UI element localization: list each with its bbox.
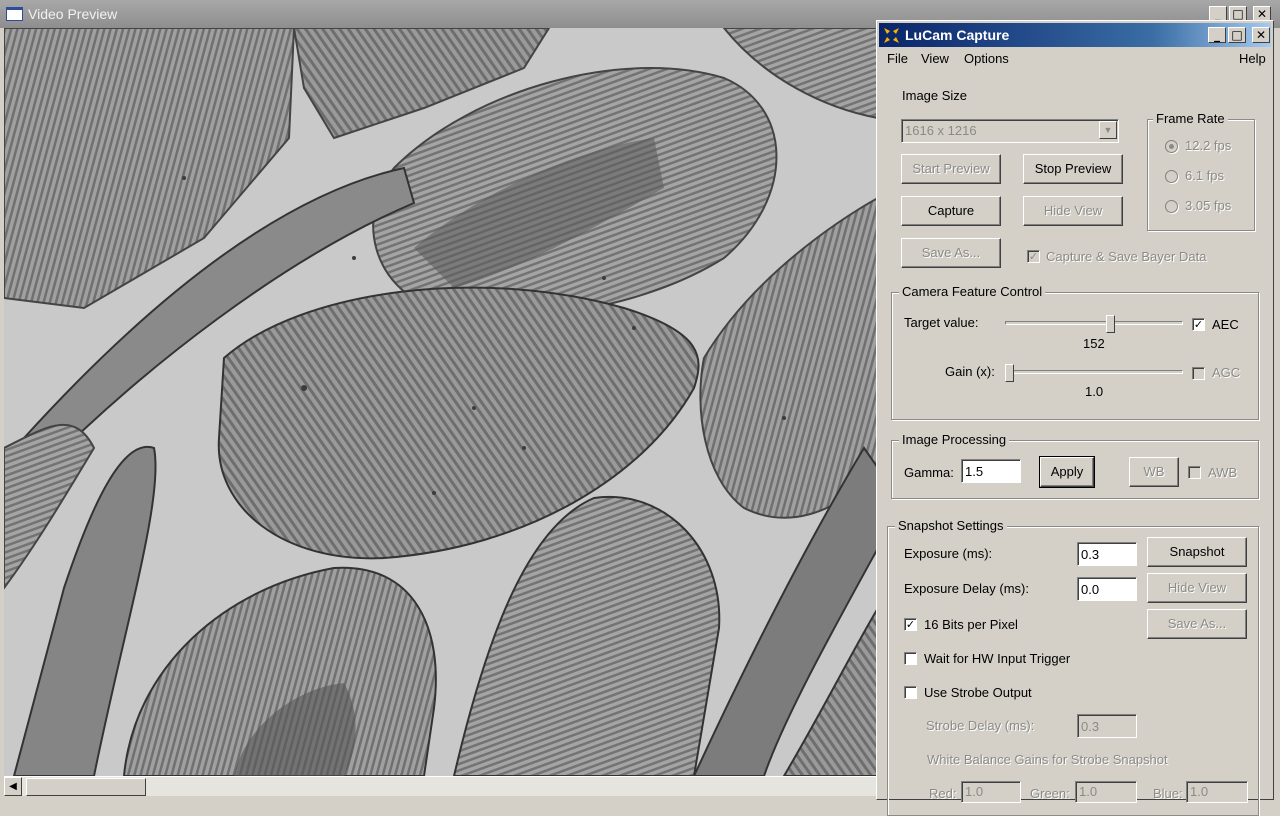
lucam-maximize-button[interactable]: □ <box>1228 27 1246 43</box>
target-value-slider-track[interactable] <box>1005 321 1183 325</box>
fps-radio-6[interactable] <box>1165 170 1178 183</box>
exposure-delay-input[interactable]: 0.0 <box>1077 577 1137 601</box>
image-size-value: 1616 x 1216 <box>905 123 977 138</box>
green-gain-label: Green: <box>1030 786 1070 801</box>
strobe-delay-input[interactable]: 0.3 <box>1077 714 1137 738</box>
awb-checkbox[interactable] <box>1188 466 1201 479</box>
image-size-label: Image Size <box>902 88 968 103</box>
awb-label: AWB <box>1208 465 1238 480</box>
bayer-data-label: Capture & Save Bayer Data <box>1046 249 1207 264</box>
capture-button[interactable]: Capture <box>901 196 1001 226</box>
image-size-select[interactable]: 1616 x 1216 ▼ <box>901 119 1119 143</box>
microscope-video-image <box>4 28 878 776</box>
fps-radio-3[interactable] <box>1165 200 1178 213</box>
snapshot-settings-group <box>887 526 1259 816</box>
frame-rate-title: Frame Rate <box>1153 111 1228 126</box>
bits-per-pixel-label: 16 Bits per Pixel <box>924 617 1018 632</box>
menu-file[interactable]: File <box>887 51 908 66</box>
red-gain-label: Red: <box>929 786 957 801</box>
image-processing-title: Image Processing <box>899 432 1010 447</box>
gain-label: Gain (x): <box>945 364 995 379</box>
camera-feature-title: Camera Feature Control <box>899 284 1046 299</box>
target-value-label: Target value: <box>904 315 979 330</box>
exposure-delay-label: Exposure Delay (ms): <box>904 581 1029 596</box>
gamma-label: Gamma: <box>904 465 954 480</box>
lucam-logo-icon <box>884 28 899 43</box>
wb-button[interactable]: WB <box>1129 457 1179 487</box>
start-preview-button[interactable]: Start Preview <box>901 154 1001 184</box>
blue-gain-label: Blue: <box>1153 786 1183 801</box>
snapshot-hide-view-button[interactable]: Hide View <box>1147 573 1247 603</box>
microscope-cells-illustration <box>4 28 878 776</box>
bits-per-pixel-checkbox[interactable]: ✓ <box>904 618 917 631</box>
strobe-delay-label: Strobe Delay (ms): <box>926 718 1035 733</box>
horizontal-scrollbar[interactable]: ◀ <box>4 776 878 796</box>
exposure-input[interactable]: 0.3 <box>1077 542 1137 566</box>
logo-petal <box>884 28 890 34</box>
aec-checkbox[interactable]: ✓ <box>1192 318 1205 331</box>
scroll-left-arrow-icon[interactable]: ◀ <box>4 777 22 796</box>
gain-readout: 1.0 <box>1085 384 1104 399</box>
preview-window-title: Video Preview <box>28 6 118 22</box>
agc-label: AGC <box>1212 365 1241 380</box>
aec-label: AEC <box>1212 317 1239 332</box>
gamma-input[interactable]: 1.5 <box>961 459 1021 483</box>
lucam-title-bar[interactable]: LuCam Capture _ □ ✕ <box>879 23 1271 47</box>
hide-view-button[interactable]: Hide View <box>1023 196 1123 226</box>
snapshot-save-as-button[interactable]: Save As... <box>1147 609 1247 639</box>
exposure-label: Exposure (ms): <box>904 546 993 561</box>
wb-gains-label: White Balance Gains for Strobe Snapshot <box>927 752 1168 767</box>
lucam-capture-window: LuCam Capture _ □ ✕ File View Options He… <box>876 20 1274 816</box>
gain-slider-thumb[interactable] <box>1005 364 1014 382</box>
agc-checkbox[interactable] <box>1192 367 1205 380</box>
hw-trigger-label: Wait for HW Input Trigger <box>924 651 1071 666</box>
fps-label-3: 3.05 fps <box>1185 198 1232 213</box>
target-value-readout: 152 <box>1083 336 1105 351</box>
strobe-output-label: Use Strobe Output <box>924 685 1032 700</box>
target-value-slider-thumb[interactable] <box>1106 315 1115 333</box>
menu-view[interactable]: View <box>921 51 949 66</box>
lucam-window-title: LuCam Capture <box>905 27 1010 43</box>
camera-feature-group <box>891 292 1259 420</box>
lucam-minimize-button[interactable]: _ <box>1208 27 1226 43</box>
hw-trigger-checkbox[interactable] <box>904 652 917 665</box>
save-as-button[interactable]: Save As... <box>901 238 1001 268</box>
chevron-down-icon[interactable]: ▼ <box>1099 121 1117 139</box>
apply-button[interactable]: Apply <box>1039 456 1095 488</box>
logo-petal <box>893 37 899 43</box>
logo-petal <box>884 37 890 43</box>
strobe-output-checkbox[interactable] <box>904 686 917 699</box>
scrollbar-thumb[interactable] <box>26 778 146 796</box>
snapshot-button[interactable]: Snapshot <box>1147 537 1247 567</box>
bayer-data-checkbox[interactable]: ✓ <box>1027 250 1040 263</box>
fps-label-6: 6.1 fps <box>1185 168 1225 183</box>
menu-help[interactable]: Help <box>1239 51 1266 66</box>
stop-preview-button[interactable]: Stop Preview <box>1023 154 1123 184</box>
fps-label-12: 12.2 fps <box>1185 138 1232 153</box>
logo-petal <box>893 28 899 34</box>
lucam-close-button[interactable]: ✕ <box>1252 27 1270 43</box>
menu-options[interactable]: Options <box>964 51 1009 66</box>
fps-radio-12[interactable] <box>1165 140 1178 153</box>
gain-slider-track[interactable] <box>1005 370 1183 374</box>
snapshot-settings-title: Snapshot Settings <box>895 518 1007 533</box>
window-icon <box>6 7 23 21</box>
